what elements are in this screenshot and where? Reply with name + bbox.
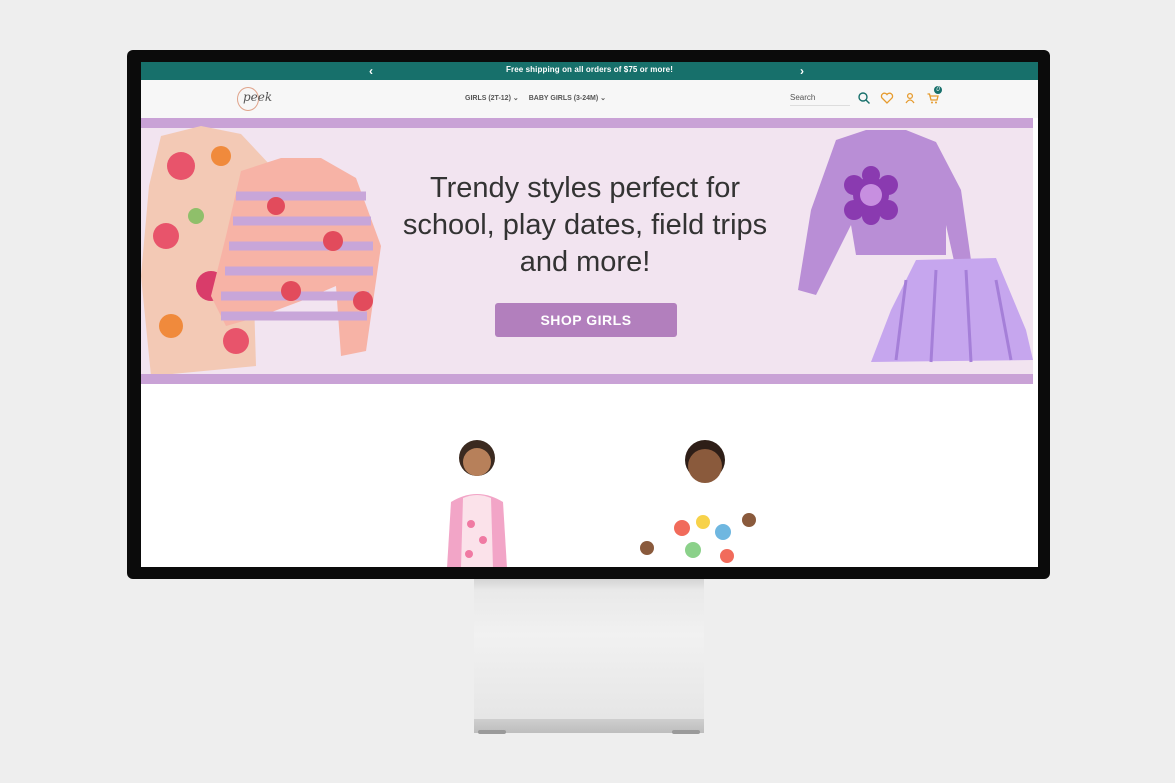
heart-icon[interactable]: [880, 91, 894, 105]
cart-icon[interactable]: 0: [926, 86, 942, 105]
stand-foot-left: [478, 730, 506, 734]
announcement-bar: ‹ Free shipping on all orders of $75 or …: [141, 62, 1038, 80]
hero-banner: Trendy styles perfect for school, play d…: [141, 118, 1033, 384]
site-header: peek GIRLS (2T-12) ⌄ BABY GIRLS (3-24M) …: [141, 80, 1038, 118]
browser-viewport: ‹ Free shipping on all orders of $75 or …: [141, 62, 1038, 567]
monitor-stand-base: [474, 719, 704, 733]
hero-band-bottom: [141, 374, 1033, 384]
announcement-message: Free shipping on all orders of $75 or mo…: [506, 65, 673, 74]
shop-girls-button[interactable]: SHOP GIRLS: [495, 303, 677, 337]
girl-model-image[interactable]: [437, 432, 517, 567]
monitor-frame: ‹ Free shipping on all orders of $75 or …: [127, 50, 1050, 579]
nav-item-girls[interactable]: GIRLS (2T-12) ⌄: [465, 94, 519, 102]
stand-foot-right: [672, 730, 700, 734]
main-nav: GIRLS (2T-12) ⌄ BABY GIRLS (3-24M) ⌄: [465, 94, 606, 102]
logo-text: peek: [243, 90, 273, 104]
purple-sweatshirt-and-tutu-image: [798, 130, 1033, 363]
search-icon[interactable]: [857, 91, 871, 105]
header-icons: 0: [857, 86, 942, 105]
hero-headline-line1: Trendy styles perfect for: [430, 172, 740, 204]
chevron-right-icon[interactable]: ›: [800, 63, 804, 79]
monitor-stand: [474, 579, 704, 719]
hero-headline-line3: and more!: [519, 246, 651, 278]
baby-girl-model-image[interactable]: [637, 432, 761, 567]
nav-item-baby-girls[interactable]: BABY GIRLS (3-24M) ⌄: [529, 94, 606, 102]
floral-dress-and-sweater-image: [141, 126, 381, 376]
category-section: [141, 384, 1038, 567]
hero-headline-line2: school, play dates, field trips: [402, 209, 768, 241]
user-icon[interactable]: [903, 91, 917, 105]
hero-headline: Trendy styles perfect for school, play d…: [385, 170, 785, 281]
logo[interactable]: peek: [235, 85, 279, 113]
cart-count-badge: 0: [934, 86, 942, 94]
search-input[interactable]: Search: [790, 92, 850, 106]
